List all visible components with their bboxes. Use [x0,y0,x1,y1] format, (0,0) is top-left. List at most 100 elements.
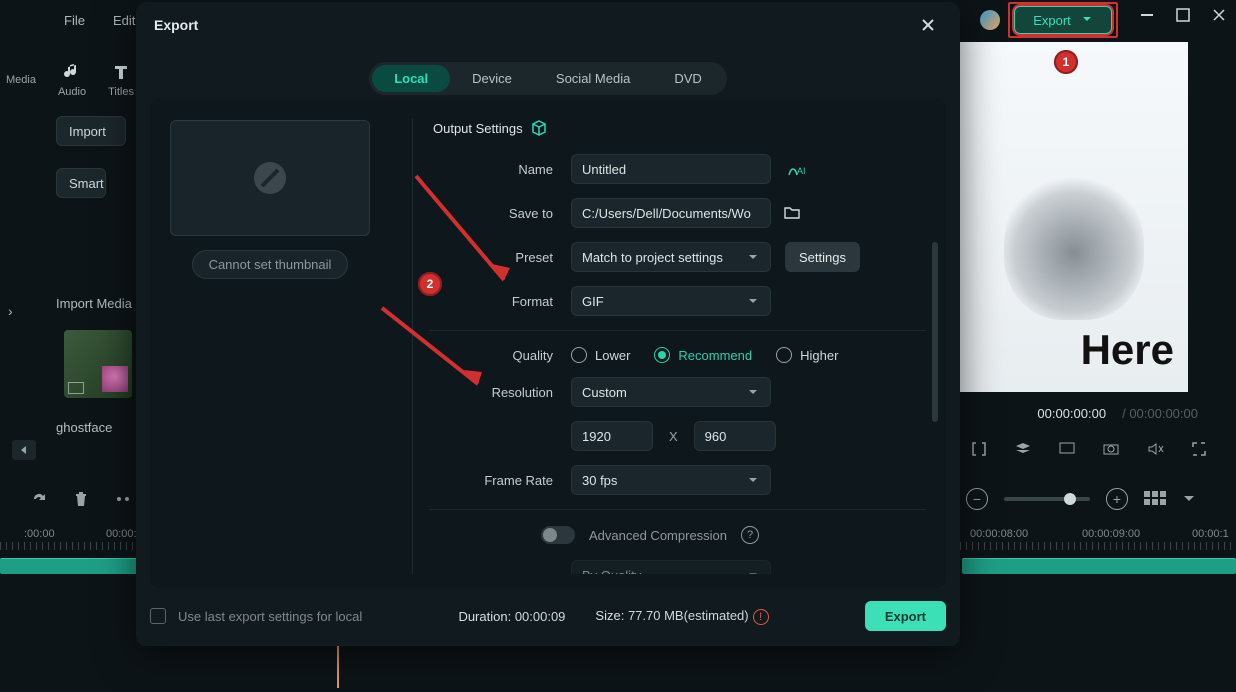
no-thumbnail-icon [248,156,292,200]
track-clip[interactable] [0,558,138,574]
zoom-out-button[interactable]: − [966,488,988,510]
export-top-label: Export [1033,13,1071,28]
ruler-tick: 00:00:1 [1192,528,1229,540]
media-thumbnail[interactable] [64,330,132,398]
zoom-controls: − + [966,488,1196,510]
expand-icon[interactable]: › [8,303,13,319]
thumbnail-hint: Cannot set thumbnail [170,250,370,279]
chevron-down-icon [746,385,760,399]
maximize-icon[interactable] [1176,8,1190,22]
row-dimensions: X [429,421,926,451]
row-format: Format GIF [429,286,926,316]
footer-info: Duration: 00:00:09 Size: 77.70 MB(estima… [458,608,768,625]
label-format: Format [429,294,571,309]
zoom-slider[interactable] [1004,497,1090,501]
label-quality: Quality [429,348,571,363]
chevron-down-icon [1081,14,1093,26]
cut-icon[interactable] [114,490,132,508]
browse-folder-button[interactable] [783,205,801,221]
trash-icon[interactable] [72,490,90,508]
row-name: Name AI [429,154,926,184]
row-quality: Quality Lower Recommend Higher [429,347,926,363]
width-field[interactable] [582,429,642,444]
clip-name-label: ghostface [56,420,112,435]
smart-chip-label: Smart [69,176,104,191]
resolution-select[interactable]: Custom [571,377,771,407]
use-last-settings-label: Use last export settings for local [178,609,362,624]
row-by-quality: By Quality [429,560,926,574]
quality-recommend[interactable]: Recommend [654,347,752,363]
height-field[interactable] [705,429,765,444]
quality-lower-label: Lower [595,348,630,363]
chevron-down-icon[interactable] [1182,492,1196,506]
tab-dvd[interactable]: DVD [652,65,723,92]
format-select[interactable]: GIF [571,286,771,316]
compression-mode-value: By Quality [582,568,641,575]
chevron-down-icon [746,473,760,487]
track-clip[interactable] [962,558,1236,574]
save-to-input[interactable]: C:/Users/Dell/Documents/Wo [571,198,771,228]
import-chip[interactable]: Import [56,116,126,146]
settings-button[interactable]: Settings [785,242,860,272]
ruler-tick: 00:00:08:00 [970,528,1028,540]
dialog-footer: Use last export settings for local Durat… [150,596,946,636]
label-name: Name [429,162,571,177]
monitor-icon[interactable] [1058,440,1076,458]
thumbnail-hint-label: Cannot set thumbnail [192,250,349,279]
tab-local[interactable]: Local [372,65,450,92]
export-button[interactable]: Export [865,601,946,631]
cube-icon [531,120,547,136]
close-icon[interactable] [1212,8,1226,22]
collapse-button[interactable] [12,440,36,460]
layers-icon[interactable] [1014,440,1032,458]
export-top-button[interactable]: Export [1014,6,1112,34]
quality-higher[interactable]: Higher [776,347,838,363]
chevron-down-icon [746,250,760,264]
film-icon [68,382,84,394]
titles-label: Titles [108,86,134,98]
frame-rate-select[interactable]: 30 fps [571,465,771,495]
preset-select[interactable]: Match to project settings [571,242,771,272]
tool-audio[interactable]: Audio [58,62,86,98]
smart-chip[interactable]: Smart [56,168,106,198]
name-input[interactable] [571,154,771,184]
scrollbar-thumb[interactable] [932,242,938,422]
import-chip-label: Import [69,124,106,139]
zoom-in-button[interactable]: + [1106,488,1128,510]
minimize-icon[interactable] [1140,8,1154,22]
tool-titles[interactable]: Titles [108,62,134,98]
avatar[interactable] [980,10,1000,30]
ai-icon[interactable]: AI [787,161,807,177]
tab-device[interactable]: Device [450,65,534,92]
label-resolution: Resolution [429,385,571,400]
camera-icon[interactable] [1102,440,1120,458]
view-grid-button[interactable] [1144,491,1166,507]
fullscreen-icon[interactable] [1190,440,1208,458]
name-input-field[interactable] [582,162,760,177]
menu-file[interactable]: File [50,13,99,28]
ruler-tick: 00:00:09:00 [1082,528,1140,540]
redo-icon[interactable] [30,490,48,508]
output-settings-panel: Output Settings Name AI Save to C:/Users… [429,118,930,574]
warning-icon[interactable]: ! [753,609,769,625]
tool-media[interactable]: Media [6,74,36,86]
label-preset: Preset [429,250,571,265]
dialog-title: Export [154,17,198,33]
advanced-compression-toggle[interactable] [541,526,575,544]
tab-social-media[interactable]: Social Media [534,65,652,92]
chevron-down-icon [746,568,760,574]
help-icon[interactable]: ? [741,526,759,544]
divider [412,118,413,574]
quality-lower[interactable]: Lower [571,347,630,363]
duration-value: 00:00:09 [515,609,566,624]
preview-timecodes: 00:00:00:00 00:00:00:00 [1037,406,1198,421]
height-input[interactable] [694,421,776,451]
quality-radio-group: Lower Recommend Higher [571,347,838,363]
bracket-icon[interactable] [970,440,988,458]
row-preset: Preset Match to project settings Setting… [429,242,926,272]
width-input[interactable] [571,421,653,451]
use-last-settings-checkbox[interactable] [150,608,166,624]
dialog-close-button[interactable] [914,11,942,39]
mute-icon[interactable] [1146,440,1164,458]
export-tabs: Local Device Social Media DVD [136,62,960,95]
